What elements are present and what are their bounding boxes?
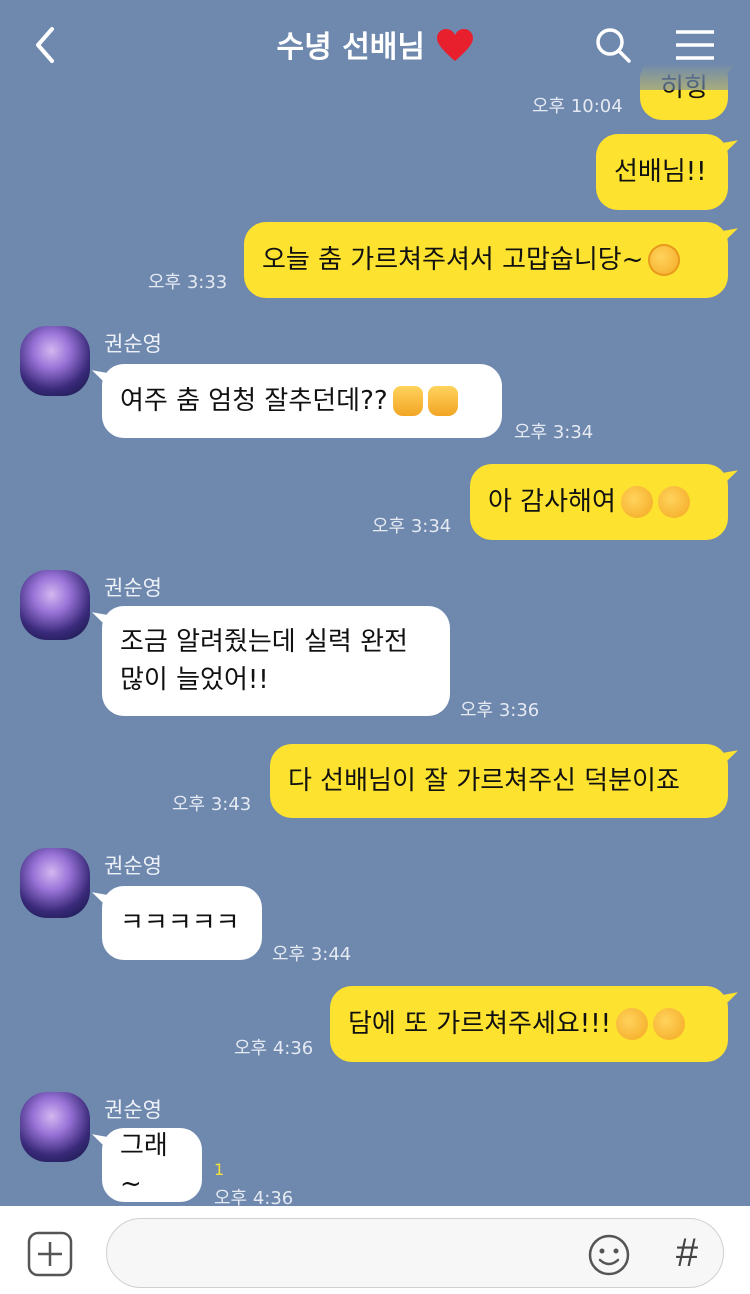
sender-name: 권순영 <box>104 1098 162 1122</box>
message-time: 오후 3:33 <box>148 272 228 293</box>
their-message-bubble[interactable]: 조금 알려줬는데 실력 완전 많이 늘었어!! <box>102 606 450 716</box>
message-text: ㅋㅋㅋㅋㅋ <box>120 908 240 938</box>
my-message-bubble[interactable]: 오늘 춤 가르쳐주셔서 고맙숩니당~ <box>244 222 728 298</box>
message-text: 아 감사해여 <box>488 487 616 517</box>
message-input-bar: # <box>0 1206 750 1294</box>
sender-name: 권순영 <box>104 576 162 600</box>
attach-button[interactable] <box>26 1230 74 1278</box>
smiling-face-icon <box>620 486 653 518</box>
message-text-line: 조금 알려줬는데 실력 완전 <box>120 627 408 657</box>
menu-icon <box>676 30 714 60</box>
grinning-squinting-face-icon <box>616 1008 649 1040</box>
heart-icon <box>437 29 474 61</box>
message-time: 오후 3:34 <box>514 422 594 443</box>
their-message-bubble[interactable]: ㅋㅋㅋㅋㅋ <box>102 886 262 960</box>
emoticon-button[interactable] <box>586 1232 632 1278</box>
message-time: 오후 3:44 <box>272 944 352 965</box>
search-button[interactable] <box>588 22 638 68</box>
message-text-line: 많이 늘었어!! <box>120 665 269 695</box>
menu-button[interactable] <box>668 22 722 68</box>
their-message-bubble[interactable]: 그래~ <box>102 1128 202 1202</box>
smiling-face-icon <box>657 486 690 518</box>
grinning-squinting-face-icon <box>653 1008 686 1040</box>
sender-name: 권순영 <box>104 854 162 878</box>
message-time: 오후 3:43 <box>172 794 252 815</box>
chat-header: 수녕 선배님 <box>0 0 750 90</box>
avatar[interactable] <box>20 848 90 918</box>
smiling-face-with-hearts-icon <box>648 244 681 276</box>
message-time: 오후 4:36 <box>234 1038 314 1059</box>
message-text: 선배님!! <box>614 157 707 187</box>
plus-box-icon <box>27 1231 73 1277</box>
thumbs-up-icon <box>427 386 458 416</box>
message-text: 담에 또 가르쳐주세요!!! <box>348 1009 612 1039</box>
hash-icon: # <box>675 1230 699 1275</box>
unread-count: 1 <box>214 1160 225 1179</box>
message-time: 오후 3:34 <box>372 516 452 537</box>
sender-name: 권순영 <box>104 332 162 356</box>
smiley-icon <box>588 1234 630 1276</box>
thumbs-up-icon <box>392 386 423 416</box>
avatar[interactable] <box>20 326 90 396</box>
avatar[interactable] <box>20 1092 90 1162</box>
my-message-bubble[interactable]: 다 선배님이 잘 가르쳐주신 덕분이죠 <box>270 744 728 818</box>
message-time: 오후 3:36 <box>460 700 540 721</box>
my-message-bubble[interactable]: 담에 또 가르쳐주세요!!! <box>330 986 728 1062</box>
message-text: 그래~ <box>120 1131 168 1199</box>
message-text: 여주 춤 엄청 잘추던데?? <box>120 386 388 416</box>
chat-title-text: 수녕 선배님 <box>276 30 425 65</box>
hashtag-search-button[interactable]: # <box>664 1228 710 1278</box>
avatar[interactable] <box>20 570 90 640</box>
my-message-bubble[interactable]: 아 감사해여 <box>470 464 728 540</box>
message-time: 오후 10:04 <box>532 96 623 117</box>
their-message-bubble[interactable]: 여주 춤 엄청 잘추던데?? <box>102 364 502 438</box>
my-message-bubble[interactable]: 선배님!! <box>596 134 728 210</box>
message-text: 오늘 춤 가르쳐주셔서 고맙숩니당~ <box>262 245 644 275</box>
message-text: 다 선배님이 잘 가르쳐주신 덕분이죠 <box>288 766 680 796</box>
search-icon <box>596 28 631 63</box>
